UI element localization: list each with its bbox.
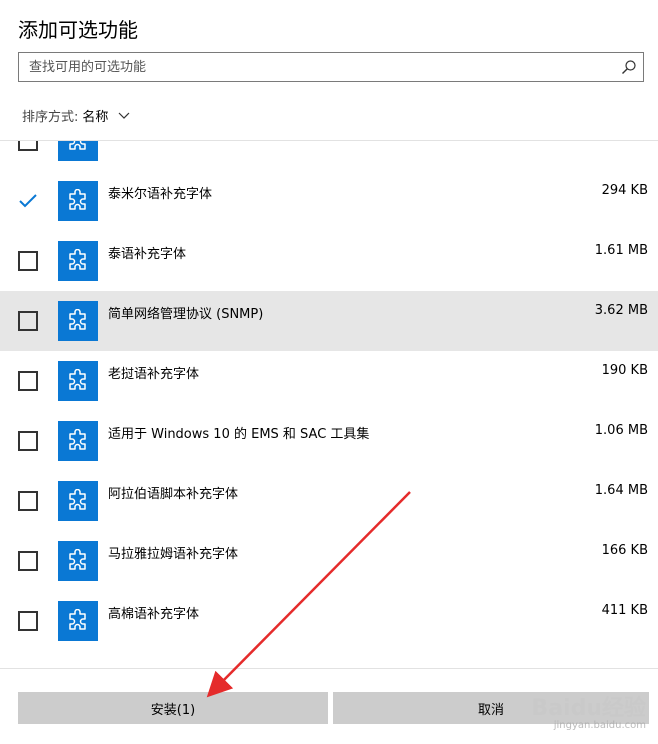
feature-checkbox[interactable] [18, 311, 38, 331]
puzzle-piece-icon [69, 429, 86, 450]
chevron-down-icon[interactable] [118, 112, 130, 120]
list-bottom-divider [0, 668, 658, 669]
feature-checkbox[interactable] [18, 491, 38, 511]
dialog-title: 添加可选功能 [18, 18, 138, 42]
feature-size: 1.61 MB [594, 243, 648, 258]
feature-size: 1.64 MB [594, 483, 648, 498]
feature-row[interactable] [0, 141, 658, 171]
feature-checkbox[interactable] [18, 551, 38, 571]
sort-selector[interactable]: 排序方式: 名称 [22, 106, 130, 125]
feature-name: 简单网络管理协议 (SNMP) [108, 307, 264, 322]
puzzle-piece-icon [69, 369, 86, 390]
feature-size: 1.06 MB [594, 423, 648, 438]
feature-row[interactable]: 泰米尔语补充字体 294 KB [0, 171, 658, 231]
feature-name: 适用于 Windows 10 的 EMS 和 SAC 工具集 [108, 427, 370, 442]
feature-size: 166 KB [601, 543, 648, 558]
sort-label: 排序方式: [22, 110, 79, 125]
feature-checkbox[interactable] [18, 141, 38, 151]
puzzle-piece-icon [69, 189, 86, 210]
feature-name: 阿拉伯语脚本补充字体 [108, 487, 239, 502]
feature-checkbox[interactable] [18, 371, 38, 391]
feature-checkbox[interactable] [18, 191, 38, 211]
puzzle-piece-icon [69, 141, 86, 150]
puzzle-piece-icon [69, 549, 86, 570]
feature-row[interactable]: 适用于 Windows 10 的 EMS 和 SAC 工具集 1.06 MB [0, 411, 658, 471]
feature-icon-tile [58, 481, 98, 521]
feature-checkbox[interactable] [18, 431, 38, 451]
feature-icon-tile [58, 601, 98, 641]
search-input[interactable] [29, 53, 619, 81]
feature-checkbox[interactable] [18, 251, 38, 271]
feature-name: 高棉语补充字体 [108, 607, 200, 622]
feature-row[interactable]: 马拉雅拉姆语补充字体 166 KB [0, 531, 658, 591]
feature-icon-tile [58, 541, 98, 581]
feature-icon-tile [58, 301, 98, 341]
feature-row[interactable]: 泰语补充字体 1.61 MB [0, 231, 658, 291]
puzzle-piece-icon [69, 249, 86, 270]
feature-row[interactable]: 高棉语补充字体 411 KB [0, 591, 658, 651]
checkmark-icon [19, 194, 37, 208]
feature-row[interactable]: 简单网络管理协议 (SNMP) 3.62 MB [0, 291, 658, 351]
feature-icon-tile [58, 241, 98, 281]
puzzle-piece-icon [69, 609, 86, 630]
feature-name: 马拉雅拉姆语补充字体 [108, 547, 239, 562]
puzzle-piece-icon [69, 309, 86, 330]
feature-name: 泰米尔语补充字体 [108, 187, 213, 202]
feature-name: 泰语补充字体 [108, 247, 187, 262]
feature-icon-tile [58, 361, 98, 401]
feature-icon-tile [58, 141, 98, 161]
feature-size: 294 KB [601, 183, 648, 198]
cancel-button[interactable]: 取消 [333, 692, 649, 724]
feature-name: 老挝语补充字体 [108, 367, 200, 382]
search-icon[interactable] [621, 59, 637, 75]
feature-checkbox[interactable] [18, 611, 38, 631]
feature-size: 190 KB [601, 363, 648, 378]
feature-icon-tile [58, 421, 98, 461]
search-box[interactable] [18, 52, 644, 82]
puzzle-piece-icon [69, 489, 86, 510]
install-button[interactable]: 安装(1) [18, 692, 328, 724]
feature-size: 411 KB [601, 603, 648, 618]
sort-value[interactable]: 名称 [82, 106, 108, 125]
feature-icon-tile [58, 181, 98, 221]
feature-size: 3.62 MB [594, 303, 648, 318]
feature-row[interactable]: 阿拉伯语脚本补充字体 1.64 MB [0, 471, 658, 531]
feature-row[interactable]: 老挝语补充字体 190 KB [0, 351, 658, 411]
feature-list[interactable]: 泰米尔语补充字体 294 KB 泰语补充字体 1.61 MB 简单网络管理协议 (SNM… [0, 141, 658, 668]
